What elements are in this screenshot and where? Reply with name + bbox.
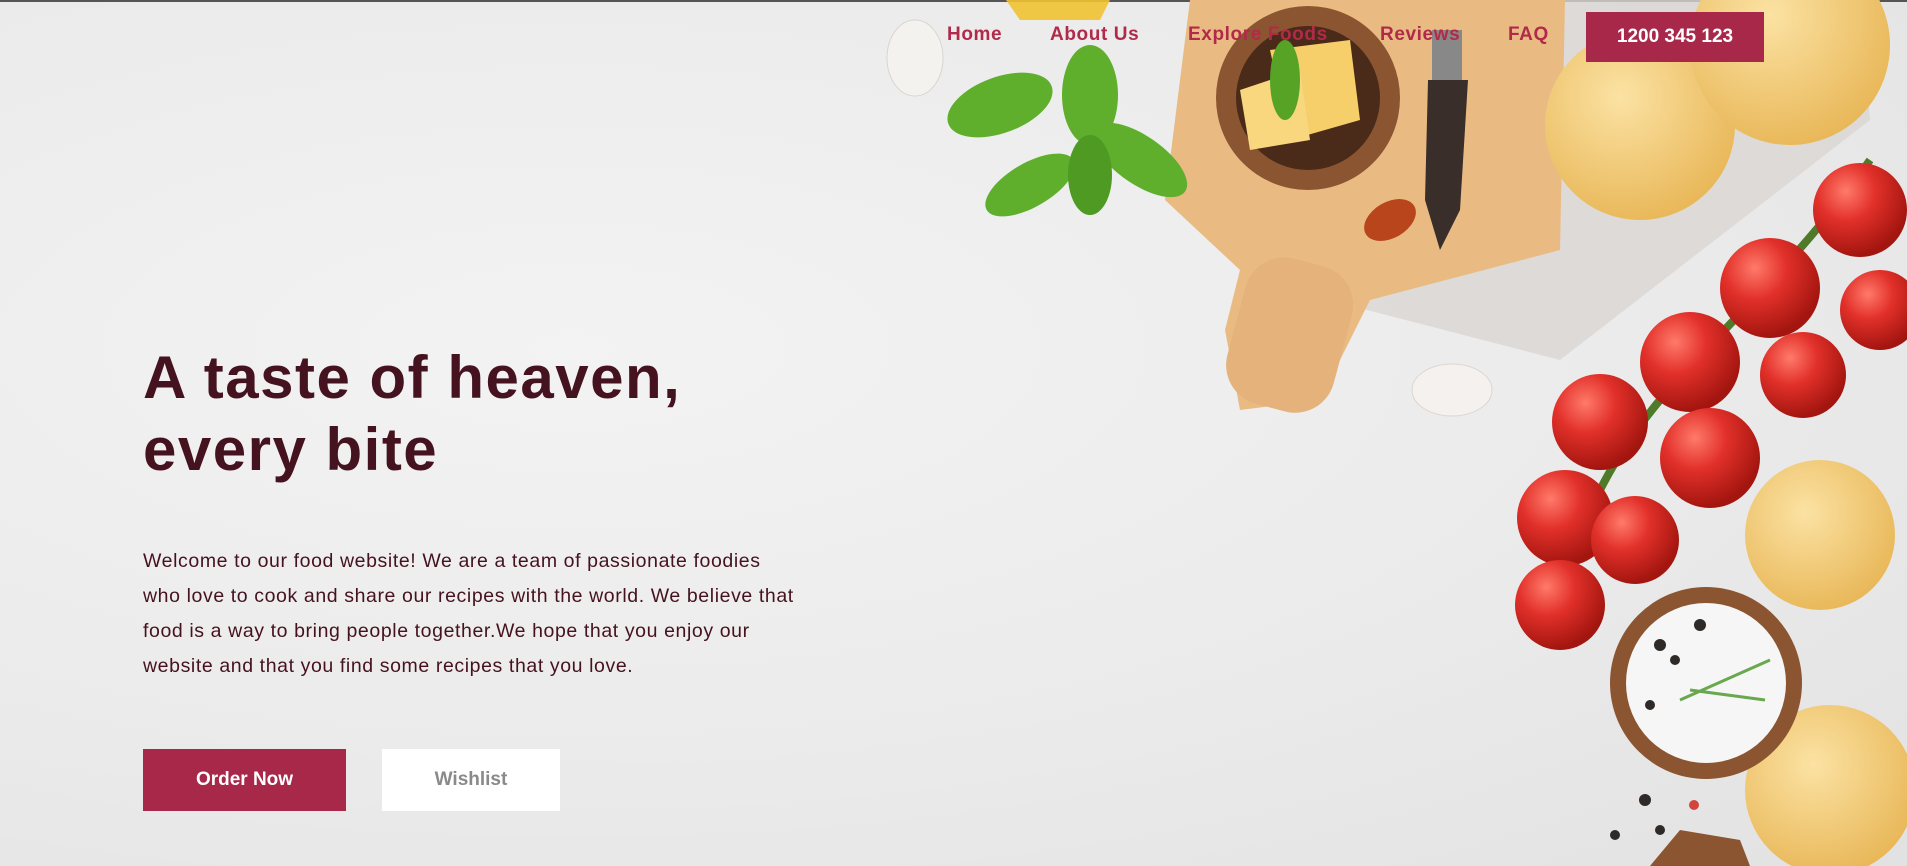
nav-faq-link[interactable]: FAQ (1508, 24, 1549, 46)
nav-explore-foods-link[interactable]: Explore Foods (1188, 24, 1328, 46)
top-navigation: Home About Us Explore Foods Reviews FAQ … (0, 0, 1907, 70)
wishlist-button[interactable]: Wishlist (382, 749, 560, 811)
hero-intro-text: Welcome to our food website! We are a te… (143, 550, 794, 677)
phone-number-button[interactable]: 1200 345 123 (1586, 12, 1764, 62)
headline-line-1: A taste of heaven, (143, 344, 682, 411)
nav-reviews-link[interactable]: Reviews (1380, 24, 1460, 46)
headline-line-2: every bite (143, 416, 439, 483)
hero-headline: A taste of heaven, every bite (143, 342, 823, 486)
nav-about-us-link[interactable]: About Us (1050, 24, 1139, 46)
order-now-button[interactable]: Order Now (143, 749, 346, 811)
nav-home-link[interactable]: Home (947, 24, 1002, 46)
